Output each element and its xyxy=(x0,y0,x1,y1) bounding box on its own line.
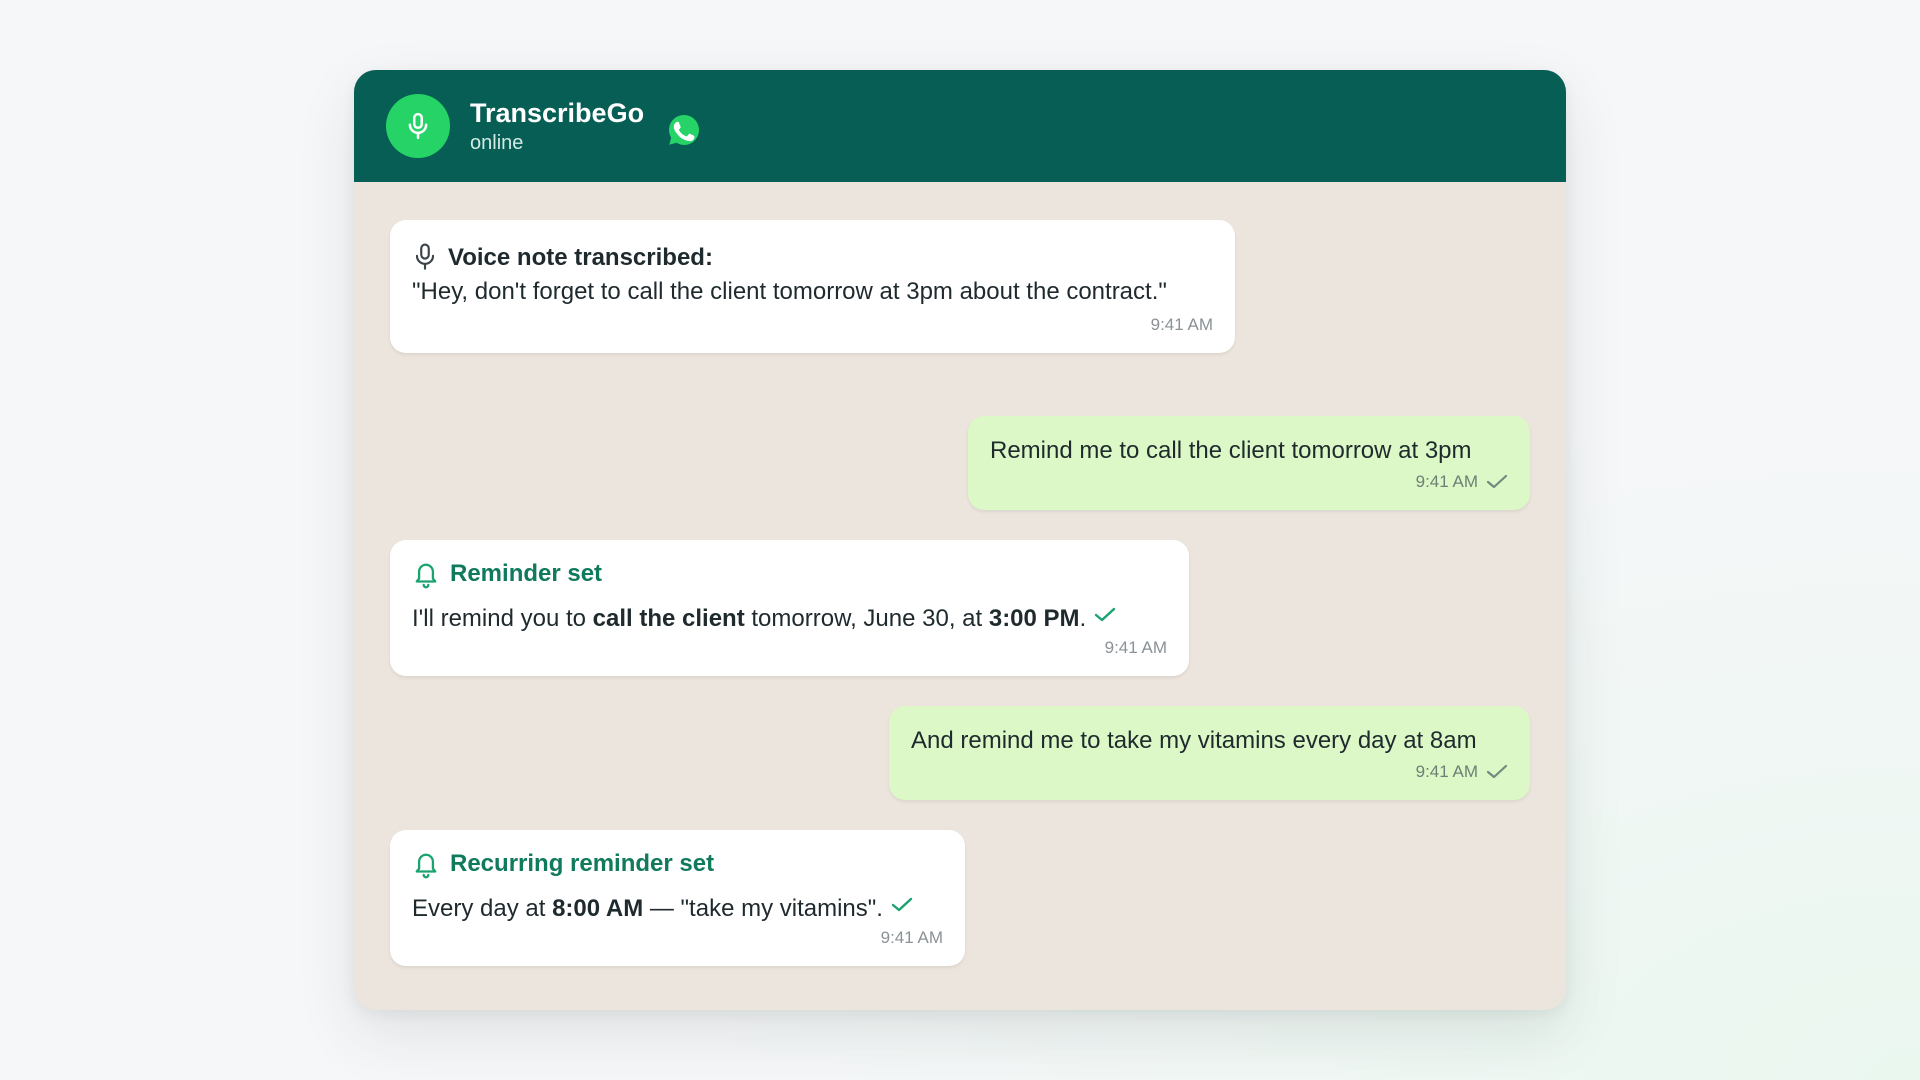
message-title-text: Reminder set xyxy=(450,560,603,587)
chat-header: TranscribeGo online xyxy=(354,70,1566,182)
text-part: — "take my vitamins". xyxy=(643,895,883,922)
message-text: And remind me to take my vitamins every … xyxy=(911,727,1477,754)
text-part-bold: 8:00 AM xyxy=(552,895,644,922)
check-icon xyxy=(1094,600,1116,634)
message-text: Remind me to call the client tomorrow at… xyxy=(990,437,1472,464)
timestamp: 9:41 AM xyxy=(1104,638,1167,657)
text-part: I'll remind you to xyxy=(412,605,593,632)
message-text: I'll remind you to call the client tomor… xyxy=(412,600,1167,636)
status-text: online xyxy=(470,132,524,154)
message-title: Voice note transcribed: xyxy=(412,242,1213,274)
message-title-text: Recurring reminder set xyxy=(450,850,715,877)
message-outgoing[interactable]: Remind me to call the client tomorrow at… xyxy=(968,416,1530,510)
avatar[interactable] xyxy=(386,94,450,158)
timestamp: 9:41 AM xyxy=(1415,472,1478,491)
message-meta: 9:41 AM xyxy=(412,928,943,948)
message-title: Recurring reminder set xyxy=(412,848,943,880)
check-icon xyxy=(1486,473,1508,491)
text-part: tomorrow, June 30, at xyxy=(744,605,989,632)
text-part-bold: 3:00 PM xyxy=(988,605,1080,632)
check-icon xyxy=(891,890,913,924)
message-voice-transcription[interactable]: Voice note transcribed: "Hey, don't forg… xyxy=(390,220,1235,353)
timestamp: 9:41 AM xyxy=(1150,315,1213,334)
message-text: Every day at 8:00 AM — "take my vitamins… xyxy=(412,890,943,926)
microphone-icon xyxy=(412,243,438,273)
message-outgoing[interactable]: And remind me to take my vitamins every … xyxy=(889,706,1530,800)
whatsapp-icon xyxy=(669,115,700,145)
message-recurring-reminder[interactable]: Recurring reminder set Every day at 8:00… xyxy=(390,830,965,966)
text-part: . xyxy=(1079,605,1087,632)
text-part-bold: call the client xyxy=(592,605,745,632)
message-title: Reminder set xyxy=(412,558,1167,590)
bell-icon xyxy=(412,849,440,879)
microphone-icon xyxy=(408,112,428,140)
check-icon xyxy=(1486,763,1508,781)
message-reminder-set[interactable]: Reminder set I'll remind you to call the… xyxy=(390,540,1189,676)
message-list[interactable]: Voice note transcribed: "Hey, don't forg… xyxy=(354,182,1566,1010)
timestamp: 9:41 AM xyxy=(880,928,943,947)
message-meta: 9:41 AM xyxy=(990,472,1508,492)
message-title-text: Voice note transcribed: xyxy=(448,244,713,271)
timestamp: 9:41 AM xyxy=(1415,762,1478,781)
message-text: "Hey, don't forget to call the client to… xyxy=(412,278,1167,305)
chat-window: TranscribeGo online Voice note transcrib… xyxy=(354,70,1566,1010)
page-title: TranscribeGo xyxy=(470,98,645,128)
text-part: Every day at xyxy=(412,895,553,922)
bell-icon xyxy=(412,559,440,589)
message-meta: 9:41 AM xyxy=(911,762,1508,782)
header-text: TranscribeGo online xyxy=(470,97,644,155)
message-meta: 9:41 AM xyxy=(412,638,1167,658)
message-meta: 9:41 AM xyxy=(412,315,1213,335)
